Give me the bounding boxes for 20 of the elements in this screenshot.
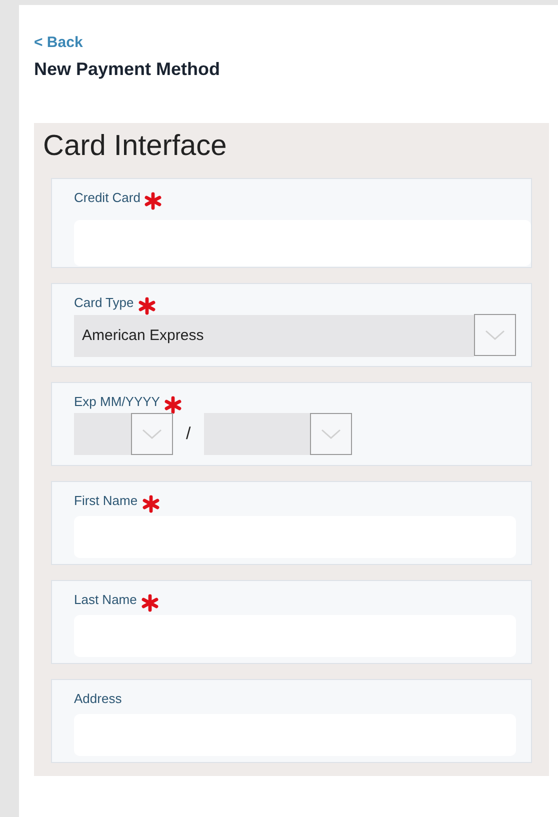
dropdown-button[interactable] [131, 413, 173, 455]
chevron-down-icon [485, 330, 505, 340]
field-label: Address [74, 690, 122, 708]
select-field[interactable] [204, 413, 310, 455]
field-label: Card Type [74, 294, 134, 312]
panel-title: Card Interface [43, 129, 227, 164]
date-separator: / [186, 423, 191, 446]
field-label: Last Name [74, 591, 137, 610]
text-field[interactable] [74, 220, 531, 266]
dropdown-button[interactable] [474, 314, 516, 356]
field-label: First Name [74, 492, 138, 510]
chevron-down-icon [142, 429, 162, 439]
select-field[interactable]: American Express [74, 315, 474, 357]
page-title: New Payment Method [34, 58, 220, 81]
chevron-down-icon [320, 429, 341, 439]
field-label: Exp MM/YYYY [74, 393, 160, 412]
dropdown-button[interactable] [310, 413, 352, 455]
field-label: Credit Card [74, 189, 140, 208]
select-field[interactable] [74, 413, 131, 455]
back-link[interactable]: < Back [34, 33, 83, 53]
